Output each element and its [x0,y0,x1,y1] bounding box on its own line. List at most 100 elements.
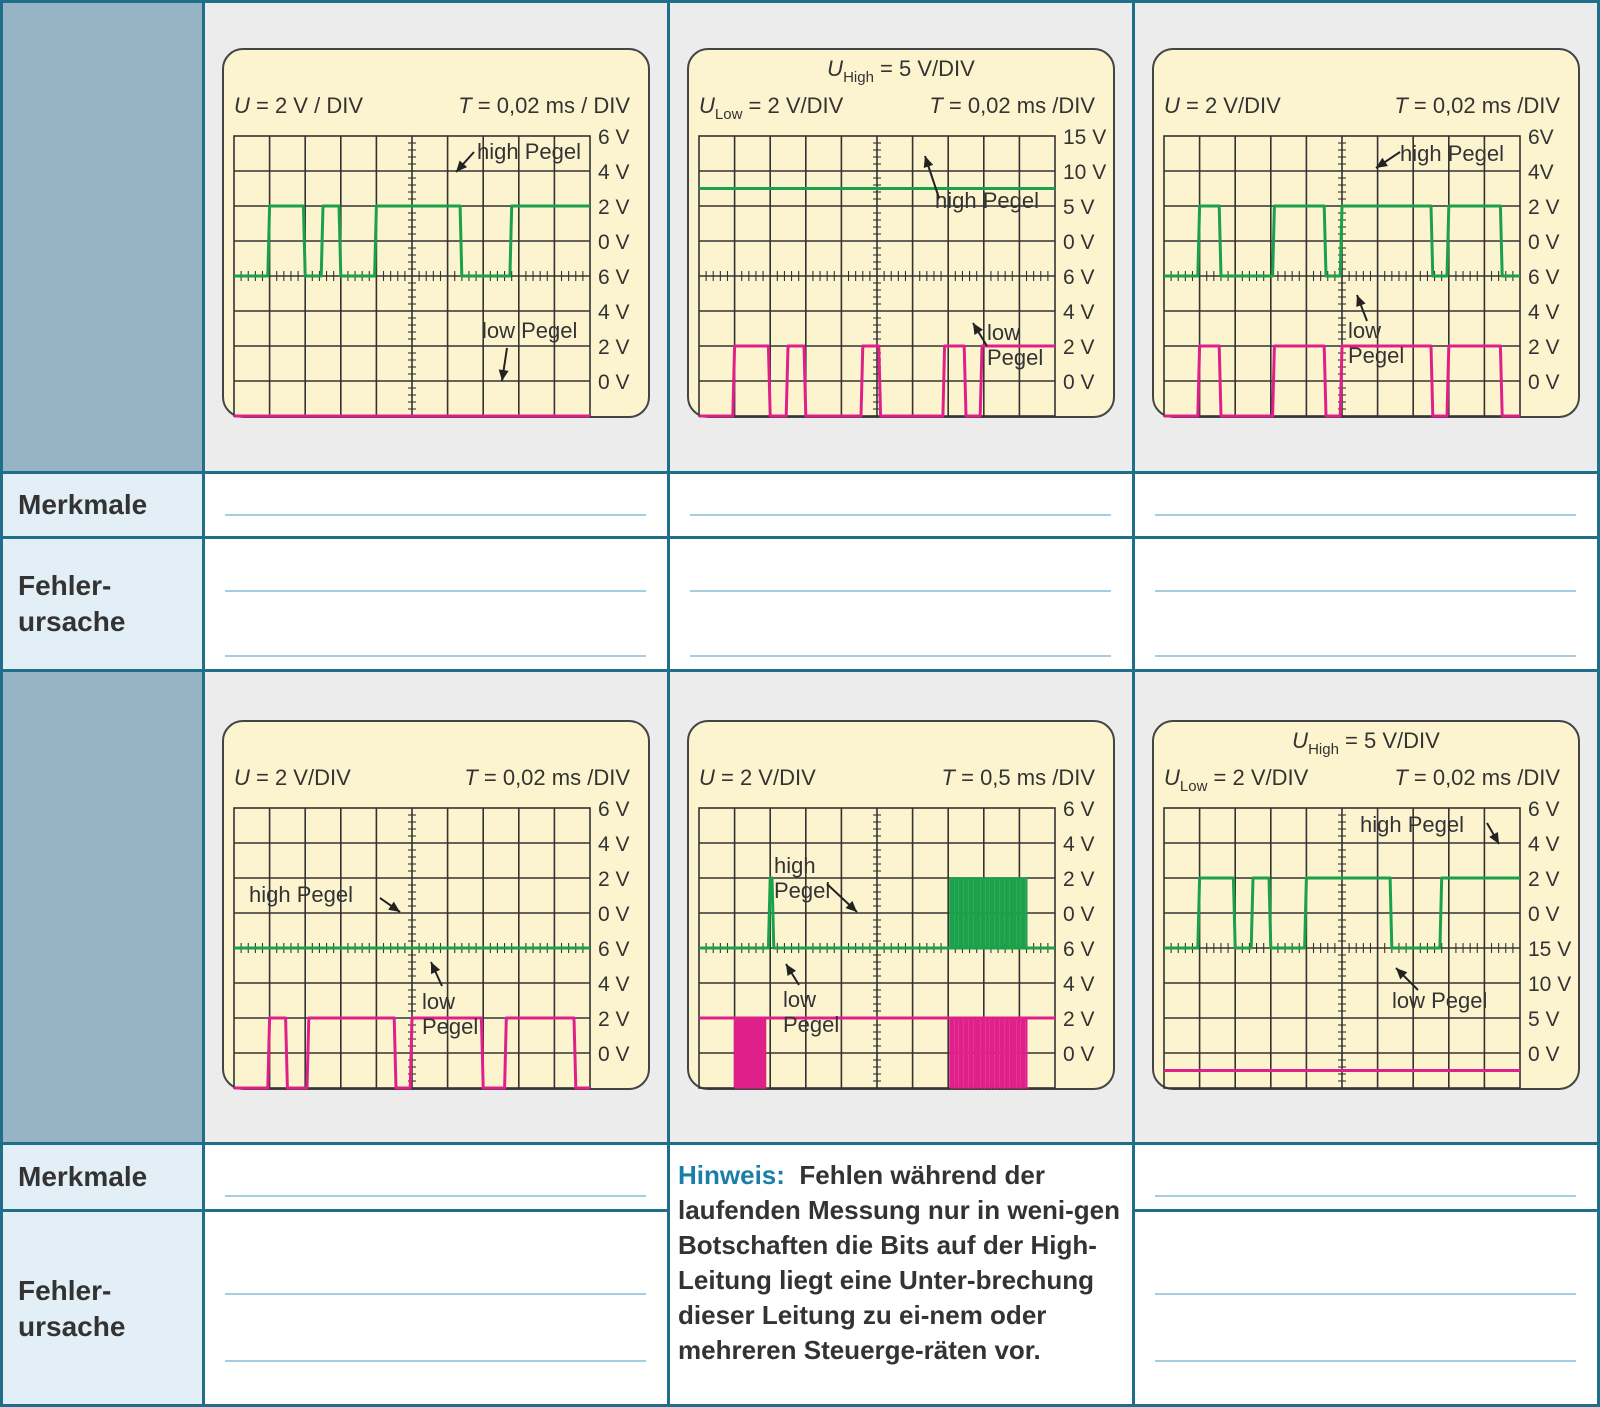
tick-label: 6 V [598,126,630,149]
low-pegel-label: low Pegel [482,318,577,343]
header-value: = 2 V/DIV [742,93,843,118]
annotation-line: high Pegel [1360,812,1464,837]
border-row-2 [0,535,1600,539]
t-header: T = 0,02 ms /DIV [1394,93,1560,118]
header-value: = 0,02 ms / DIV [472,93,631,118]
tick-label: 4 V [1063,973,1095,996]
tick-label: 2 V [1063,336,1095,359]
tick-label: 0 V [1528,903,1560,926]
header-symbol: U [234,93,250,118]
header-value: = 2 V/DIV [715,765,816,790]
tick-label: 4 V [1528,301,1560,324]
t-header: T = 0,02 ms /DIV [1394,765,1560,790]
tick-label: 0 V [1528,231,1560,254]
answer-line-13[interactable] [1155,1195,1576,1197]
header-subscript: High [1308,741,1339,758]
tick-label: 15 V [1528,938,1571,961]
border-left [0,0,3,1407]
answer-line-5[interactable] [690,590,1111,592]
header-subscript: High [843,69,874,86]
answer-line-10[interactable] [225,1195,646,1197]
oscilloscope-svg-5: U = 2 V/DIV T = 0,5 ms /DIV 6 V 4 V 2 V 0 V 6 … [687,720,1115,1090]
header-value: = 0,02 ms /DIV [943,93,1096,118]
tick-label: 0 V [1063,371,1095,394]
tick-label: 0 V [598,371,630,394]
header-value: = 2 V/DIV [1180,93,1281,118]
tick-label: 6 V [598,266,630,289]
header-value: = 2 V/DIV [250,765,351,790]
header-value: = 2 V/DIV [1207,765,1308,790]
oscilloscope-svg-4: U = 2 V/DIV T = 0,02 ms /DIV 6 V 4 V 2 V 0 V 6… [222,720,650,1090]
answer-line-4[interactable] [690,514,1111,516]
tick-label: 2 V [1528,336,1560,359]
tick-label: 15 V [1063,126,1106,149]
header-symbol: U [699,765,715,790]
oscilloscope-svg-1: U = 2 V / DIV T = 0,02 ms / DIV 6 V 4 V 2 V 0… [222,48,650,418]
high-pegel-label: high Pegel [935,188,1039,213]
border-col-1 [201,0,205,1407]
tick-label: 5 V [1063,196,1095,219]
oscilloscope-screen-1: U = 2 V / DIV T = 0,02 ms / DIV 6 V 4 V 2 V 0… [222,48,650,418]
tick-label: 2 V [1528,868,1560,891]
answer-line-12[interactable] [225,1360,646,1362]
tick-label: 10 V [1528,973,1571,996]
row-label-text: Merkmale [18,488,148,520]
tick-label: 0 V [1063,903,1095,926]
answer-line-9[interactable] [1155,655,1576,657]
tick-label: 6 V [598,938,630,961]
row-label-text: Merkmale [18,1160,148,1192]
annotation-line: low Pegel [482,318,577,343]
diagnosis-worksheet: Merkmale Fehler- ursache Merkmale Fehler- u… [0,0,1600,1407]
tick-label: 0 V [1528,371,1560,394]
tick-label: 0 V [1063,1043,1095,1066]
answer-line-11[interactable] [225,1293,646,1295]
t-header: T = 0,02 ms / DIV [458,93,630,118]
row-label-text: Fehler- ursache [18,1274,126,1342]
header-symbol: U [234,765,250,790]
answer-line-15[interactable] [1155,1360,1576,1362]
header-value: = 5 V/DIV [874,56,975,81]
border-row-4 [0,1141,1600,1145]
label-cell-image-row-1 [0,0,203,472]
u-header: U = 2 V/DIV [1164,93,1281,118]
annotation-line: Pegel [987,345,1043,370]
row-label-merkmale-2: Merkmale [0,1143,203,1210]
tick-label: 4 V [1528,833,1560,856]
oscilloscope-screen-2: UHigh = 5 V/DIV ULow = 2 V/DIV T = 0,02 ms… [687,48,1115,418]
row-label-text: Fehler- ursache [18,569,126,637]
low-pegel-label: low Pegel [1392,988,1487,1013]
annotation-line: low [987,320,1020,345]
annotation-line: Pegel [783,1012,839,1037]
tick-label: 0 V [1528,1043,1560,1066]
high-pegel-label: high Pegel [1400,141,1504,166]
tick-label: 4 V [598,301,630,324]
tick-label: 2 V [1528,196,1560,219]
answer-line-7[interactable] [1155,514,1576,516]
hint-label: Hinweis: [678,1160,785,1190]
tick-label: 2 V [1063,868,1095,891]
annotation-line: high Pegel [935,188,1039,213]
answer-line-2[interactable] [225,590,646,592]
answer-line-14[interactable] [1155,1293,1576,1295]
answer-line-1[interactable] [225,514,646,516]
oscilloscope-screen-4: U = 2 V/DIV T = 0,02 ms /DIV 6 V 4 V 2 V 0 V 6… [222,720,650,1090]
answer-line-3[interactable] [225,655,646,657]
header-value: = 0,02 ms /DIV [1408,765,1561,790]
high-burst-trace [949,877,1029,949]
tick-label: 4 V [1063,833,1095,856]
header-value: = 0,02 ms /DIV [1408,93,1561,118]
header-symbol: U [1292,728,1308,753]
t-header: T = 0,5 ms /DIV [942,765,1096,790]
tick-label: 2 V [598,196,630,219]
header-symbol: U [699,93,715,118]
border-col-2 [666,0,670,1407]
tick-label: 4 V [598,973,630,996]
tick-label: 0 V [598,903,630,926]
tick-label: 6V [1528,126,1554,149]
annotation-line: high Pegel [1400,141,1504,166]
tick-label: 4V [1528,161,1554,184]
answer-line-6[interactable] [690,655,1111,657]
answer-line-8[interactable] [1155,590,1576,592]
high-pegel-label: high Pegel [477,139,581,164]
hint-text: Fehlen während der laufenden Messung nur… [678,1160,1121,1365]
